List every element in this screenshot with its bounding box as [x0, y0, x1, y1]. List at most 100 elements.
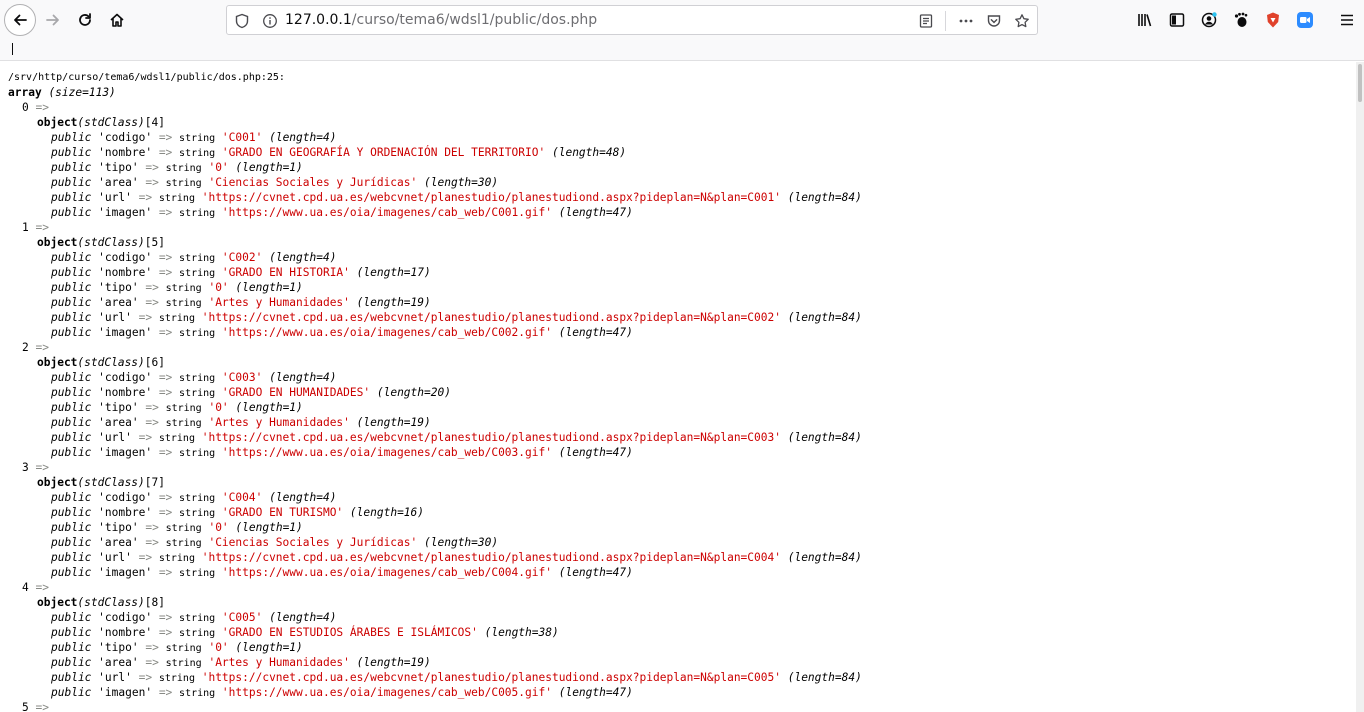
arrow: =>: [158, 206, 173, 219]
bookmark-star-icon[interactable]: [1013, 12, 1031, 30]
arrow: =>: [138, 191, 153, 204]
property-key: 'codigo': [98, 131, 153, 144]
arrow: =>: [138, 551, 153, 564]
property-key: 'url': [98, 431, 132, 444]
scrollbar-thumb[interactable]: [1358, 64, 1362, 102]
property-value: 'https://cvnet.cpd.ua.es/webcvnet/planes…: [201, 191, 781, 204]
object-id: [5]: [144, 236, 165, 249]
property-row: public 'codigo' => string 'C001' (length…: [8, 130, 862, 145]
value-length: (length=4): [269, 491, 337, 504]
property-value: 'GRADO EN HUMANIDADES': [221, 386, 371, 399]
value-length: (length=30): [424, 536, 499, 549]
visibility: public: [51, 266, 92, 279]
array-label: array: [8, 86, 42, 99]
property-key: 'area': [98, 536, 139, 549]
type-label: string: [179, 148, 216, 159]
menu-button[interactable]: [1332, 5, 1362, 35]
type-label: string: [158, 553, 195, 564]
visibility: public: [51, 491, 92, 504]
pocket-icon[interactable]: [985, 12, 1003, 30]
property-key: 'nombre': [98, 146, 153, 159]
property-value: 'Ciencias Sociales y Jurídicas': [208, 176, 418, 189]
property-key: 'url': [98, 671, 132, 684]
arrow: =>: [145, 641, 159, 654]
visibility: public: [51, 191, 92, 204]
array-index-row: 0 =>: [8, 100, 862, 115]
property-value: 'https://cvnet.cpd.ua.es/webcvnet/planes…: [201, 431, 781, 444]
property-row: public 'url' => string 'https://cvnet.cp…: [8, 190, 862, 205]
hamburger-menu-icon: [1341, 14, 1353, 26]
property-row: public 'tipo' => string '0' (length=1): [8, 280, 862, 295]
info-icon[interactable]: [261, 12, 279, 30]
arrow: =>: [158, 146, 173, 159]
property-key: 'tipo': [98, 161, 139, 174]
arrow: =>: [35, 701, 49, 712]
tracking-shield-icon[interactable]: [233, 12, 251, 30]
array-index: 0: [22, 101, 29, 114]
library-button[interactable]: [1130, 5, 1160, 35]
value-length: (length=4): [269, 371, 337, 384]
visibility: public: [51, 551, 92, 564]
value-length: (length=1): [235, 521, 303, 534]
arrow: =>: [35, 461, 49, 474]
property-row: public 'area' => string 'Artes y Humanid…: [8, 415, 862, 430]
array-index: 5: [22, 701, 29, 712]
property-key: 'imagen': [98, 446, 153, 459]
type-label: string: [179, 568, 216, 579]
type-label: string: [165, 658, 202, 669]
type-label: string: [165, 283, 202, 294]
page-actions-icon[interactable]: [957, 12, 975, 30]
back-button[interactable]: [4, 4, 36, 36]
sidebar-button[interactable]: [1162, 5, 1192, 35]
value-length: (length=1): [235, 281, 303, 294]
brave-extension-button[interactable]: [1258, 5, 1288, 35]
object-id: [7]: [144, 476, 165, 489]
url-host: 127.0.0.1: [285, 12, 352, 28]
class-name: (stdClass): [77, 116, 145, 129]
property-row: public 'nombre' => string 'GRADO EN ESTU…: [8, 625, 862, 640]
zoom-extension-button[interactable]: [1290, 5, 1320, 35]
lion-shield-icon: [1267, 12, 1279, 28]
property-key: 'area': [98, 176, 139, 189]
reload-button[interactable]: [70, 5, 100, 35]
type-label: string: [165, 403, 202, 414]
account-button[interactable]: [1194, 5, 1224, 35]
arrow: =>: [158, 131, 173, 144]
visibility: public: [51, 371, 92, 384]
url-bar[interactable]: 127.0.0.1/curso/tema6/wdsl1/public/dos.p…: [226, 5, 1038, 35]
property-row: public 'tipo' => string '0' (length=1): [8, 400, 862, 415]
array-index-row: 4 =>: [8, 580, 862, 595]
value-length: (length=1): [235, 401, 303, 414]
value-length: (length=1): [235, 161, 303, 174]
vertical-scrollbar[interactable]: [1356, 62, 1364, 712]
value-length: (length=84): [787, 311, 862, 324]
property-row: public 'url' => string 'https://cvnet.cp…: [8, 430, 862, 445]
arrow: =>: [35, 221, 49, 234]
class-name: (stdClass): [77, 356, 145, 369]
object-label: object: [37, 476, 78, 489]
property-value: 'https://cvnet.cpd.ua.es/webcvnet/planes…: [201, 671, 781, 684]
arrow: =>: [158, 446, 173, 459]
url-text[interactable]: 127.0.0.1/curso/tema6/wdsl1/public/dos.p…: [285, 12, 597, 28]
property-key: 'codigo': [98, 491, 153, 504]
gnome-extension-button[interactable]: [1226, 5, 1256, 35]
property-key: 'nombre': [98, 386, 153, 399]
visibility: public: [51, 296, 92, 309]
arrow-right-icon: [46, 14, 59, 26]
visibility: public: [51, 641, 92, 654]
array-index: 2: [22, 341, 29, 354]
property-key: 'area': [98, 656, 139, 669]
visibility: public: [51, 671, 92, 684]
forward-button[interactable]: [38, 5, 68, 35]
property-row: public 'imagen' => string 'https://www.u…: [8, 205, 862, 220]
reader-view-icon[interactable]: [917, 12, 935, 30]
object-header: object(stdClass)[7]: [8, 475, 862, 490]
arrow: =>: [138, 431, 153, 444]
property-key: 'nombre': [98, 266, 153, 279]
arrow: =>: [145, 656, 159, 669]
type-label: string: [179, 448, 216, 459]
arrow-left-icon: [14, 14, 27, 26]
property-row: public 'imagen' => string 'https://www.u…: [8, 445, 862, 460]
arrow: =>: [145, 416, 159, 429]
home-button[interactable]: [102, 5, 132, 35]
